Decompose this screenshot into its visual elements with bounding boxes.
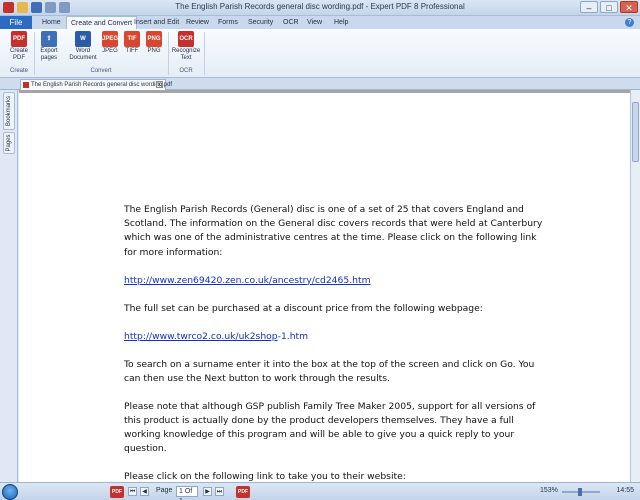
- tab-security[interactable]: Security: [244, 16, 277, 29]
- title-bar: The English Parish Records general disc …: [0, 0, 640, 16]
- create-pdf-button[interactable]: PDF Create PDF: [5, 31, 33, 62]
- tab-home[interactable]: Home: [38, 16, 65, 29]
- paragraph-website: Please click on the following link to ta…: [124, 471, 406, 482]
- first-page-button[interactable]: ⏮: [128, 487, 137, 496]
- pages-label: Pages: [6, 134, 12, 152]
- jpeg-label: JPEG: [102, 48, 118, 54]
- bookmarks-label: Bookmarks: [6, 95, 12, 127]
- side-panel: Bookmarks Pages: [0, 90, 18, 482]
- tab-help[interactable]: Help: [330, 16, 352, 29]
- next-page-button[interactable]: ▶: [203, 487, 212, 496]
- png-label: PNG: [147, 48, 161, 54]
- recognize-text-label: Recognize Text: [171, 48, 201, 61]
- group-label-ocr: OCR: [179, 68, 193, 74]
- pdf-page: The English Parish Records (General) dis…: [19, 93, 630, 482]
- page-number-input[interactable]: 1 Of 1: [176, 486, 198, 500]
- help-icon[interactable]: ?: [625, 18, 634, 27]
- paragraph-support: Please note that although GSP publish Fa…: [124, 400, 536, 455]
- link-shop-prefix[interactable]: http://www.twrco2.co.uk/uk2shop: [124, 331, 278, 342]
- tiff-label: TIFF: [125, 48, 139, 54]
- group-label-convert: Convert: [90, 68, 112, 74]
- minimize-button[interactable]: –: [580, 1, 598, 13]
- start-button[interactable]: [2, 484, 18, 500]
- last-page-button[interactable]: ⏭: [215, 487, 224, 496]
- ribbon-tab-row: File Home Create and Convert Insert and …: [0, 16, 640, 29]
- tab-review[interactable]: Review: [182, 16, 213, 29]
- ocr-icon: OCR: [178, 31, 194, 47]
- paragraph-purchase: The full set can be purchased at a disco…: [124, 302, 483, 314]
- word-document-label: Word Document: [69, 48, 97, 61]
- paragraph-intro: The English Parish Records (General) dis…: [124, 204, 543, 258]
- close-tab-icon[interactable]: x: [156, 81, 163, 88]
- group-label-create: Create: [9, 68, 28, 74]
- export-pages-button[interactable]: ⇪ Export pages: [35, 31, 63, 62]
- tab-forms[interactable]: Forms: [214, 16, 242, 29]
- document-tab[interactable]: The English Parish Records general disc …: [20, 79, 172, 90]
- previous-page-button[interactable]: ◀: [140, 487, 149, 496]
- clock: 14:55: [616, 487, 634, 494]
- tiff-icon: TIF: [124, 31, 140, 47]
- taskbar-pdf-item-1[interactable]: PDF: [110, 486, 124, 498]
- document-viewer[interactable]: The English Parish Records (General) dis…: [19, 90, 630, 482]
- tab-view[interactable]: View: [303, 16, 326, 29]
- tab-pages[interactable]: Pages: [3, 132, 15, 154]
- export-pages-icon: ⇪: [41, 31, 57, 47]
- tab-bookmarks[interactable]: Bookmarks: [3, 92, 15, 130]
- tab-file[interactable]: File: [0, 16, 32, 29]
- pdf-file-icon: [23, 82, 29, 88]
- ribbon: PDF Create PDF Create ⇪ Export pages W W…: [0, 29, 640, 78]
- word-document-button[interactable]: W Word Document: [67, 31, 99, 62]
- create-pdf-label: Create PDF: [9, 48, 28, 61]
- link-shop-suffix[interactable]: -1.htm: [278, 331, 308, 342]
- tab-insert-and-edit[interactable]: Insert and Edit: [130, 16, 183, 29]
- link-shop[interactable]: http://www.twrco2.co.uk/uk2shop-1.htm: [124, 330, 544, 344]
- tab-ocr[interactable]: OCR: [279, 16, 303, 29]
- zoom-slider-knob[interactable]: [578, 488, 582, 496]
- link-ancestry[interactable]: http://www.zen69420.zen.co.uk/ancestry/c…: [124, 275, 371, 286]
- create-pdf-icon: PDF: [11, 31, 27, 47]
- maximize-button[interactable]: □: [600, 1, 618, 13]
- status-bar: ⏮ ◀ Page 1 Of 1 ▶ ⏭ PDF PDF 153% 14:55: [0, 482, 640, 500]
- document-tab-label: The English Parish Records general disc …: [31, 82, 173, 88]
- close-button[interactable]: ✕: [620, 1, 638, 13]
- tab-create-and-convert[interactable]: Create and Convert: [66, 16, 138, 29]
- vertical-scrollbar[interactable]: [630, 90, 640, 482]
- page-content: The English Parish Records (General) dis…: [124, 203, 544, 482]
- word-document-icon: W: [75, 31, 91, 47]
- page-label: Page: [156, 487, 173, 494]
- window-title: The English Parish Records general disc …: [175, 2, 465, 11]
- export-pages-label: Export pages: [40, 48, 58, 61]
- document-tab-strip: The English Parish Records general disc …: [0, 78, 640, 90]
- jpeg-button[interactable]: JPEG JPEG: [99, 31, 121, 55]
- tiff-button[interactable]: TIF TIFF: [121, 31, 143, 55]
- zoom-level: 153%: [540, 487, 558, 494]
- png-icon: PNG: [146, 31, 162, 47]
- taskbar-pdf-item-2[interactable]: PDF: [236, 486, 250, 498]
- scrollbar-thumb[interactable]: [632, 102, 639, 162]
- paragraph-search: To search on a surname enter it into the…: [124, 358, 535, 384]
- recognize-text-button[interactable]: OCR Recognize Text: [170, 31, 202, 62]
- png-button[interactable]: PNG PNG: [143, 31, 165, 55]
- jpeg-icon: JPEG: [102, 31, 118, 47]
